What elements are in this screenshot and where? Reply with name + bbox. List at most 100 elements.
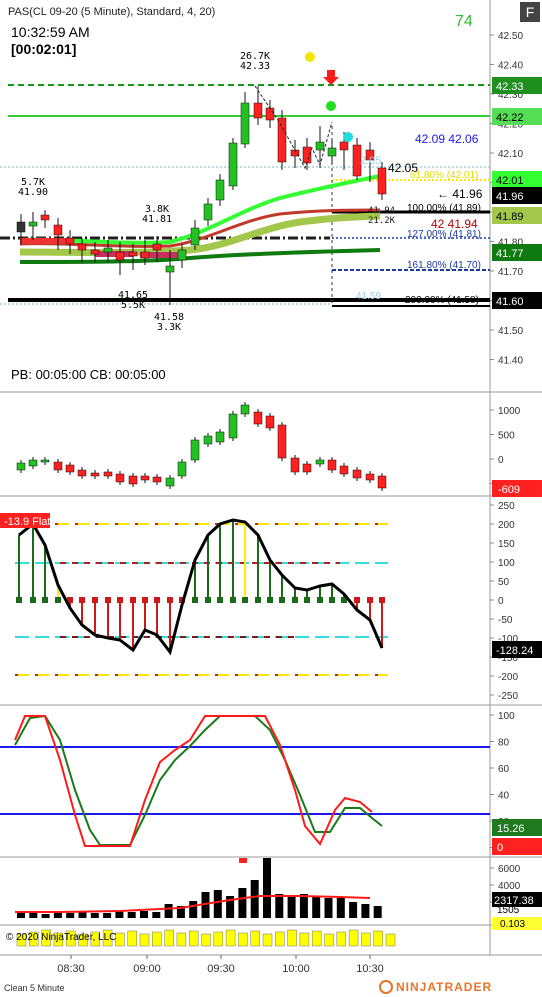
osc-bar-cap (292, 597, 298, 603)
osc-bar-cap (255, 597, 261, 603)
osc-bar-cap (142, 597, 148, 603)
delta-candle (128, 475, 138, 485)
ratio-bar (336, 931, 347, 947)
price-candle (177, 249, 187, 261)
marker-41-89: 41.89 (496, 211, 524, 223)
price-candle (65, 237, 75, 245)
delta-candle (165, 477, 175, 487)
time-tick: 10:00 (282, 963, 310, 975)
ratio-bar (324, 933, 334, 947)
volume-bar (29, 913, 38, 918)
ratio-bar (250, 930, 260, 947)
volume-bar (299, 894, 308, 918)
fib-127-label: 127.00% (41.81) (407, 229, 481, 240)
osc-bar-cap (317, 597, 323, 603)
peak-price-label: 42.33 (240, 61, 270, 72)
volume-bar (312, 897, 321, 918)
mid-price-label: 41.81 (142, 214, 172, 225)
volume-bar (213, 890, 222, 918)
ratio-bar (262, 933, 273, 947)
volume-tick: 6000 (498, 864, 521, 875)
volume-bar (250, 880, 259, 918)
arrow-41-96-label: ← 41.96 (437, 187, 483, 201)
ratio-bar (348, 929, 359, 947)
volume-bar (90, 913, 99, 918)
flat-label: -13.9 Flat (4, 516, 50, 528)
volume-bar (287, 896, 296, 918)
price-candle (90, 249, 100, 255)
delta-candle (203, 435, 213, 445)
delta-candle (339, 465, 349, 475)
osc-tick: 50 (498, 577, 510, 588)
osc-bar-cap (130, 597, 136, 603)
stoch-green-marker: 15.26 (497, 823, 525, 835)
ratio-bar (152, 931, 162, 947)
cyan-dot-icon (343, 132, 353, 142)
price-candle (115, 251, 125, 261)
fib-200-label: 200.00% (41.58) (405, 295, 479, 306)
osc-bar-cap (16, 597, 22, 603)
ratio-bar (164, 929, 174, 947)
price-tick: 41.70 (498, 267, 523, 278)
volume-bar (164, 904, 173, 918)
volume-bar (127, 912, 136, 918)
delta-candle (140, 475, 150, 481)
delta-candle (215, 431, 225, 443)
chart-mode-label: Clean 5 Minute (4, 983, 65, 993)
osc-tick: 200 (498, 520, 515, 531)
delta-candle (240, 404, 250, 415)
stoch-tick: 80 (498, 738, 510, 749)
delta-candle (115, 473, 125, 483)
price-candle (53, 224, 63, 236)
fib-618-label: 61.80% (42.01) (410, 170, 478, 181)
volume-bar (41, 914, 50, 918)
marker-41-60: 41.60 (496, 296, 524, 308)
time-tick: 08:30 (57, 963, 85, 975)
time-tick: 09:30 (207, 963, 235, 975)
delta-candle (302, 463, 312, 473)
brand-name: NINJATRADER (396, 980, 492, 994)
osc-bar-cap (105, 597, 111, 603)
delta-candle (277, 424, 287, 459)
delta-candle (327, 459, 337, 471)
delta-candle (77, 469, 87, 477)
price-candle (40, 214, 50, 221)
osc-tick: -250 (498, 691, 518, 702)
osc-tick: 100 (498, 558, 515, 569)
stoch-red-marker: 0 (497, 842, 503, 854)
osc-bar-cap (92, 597, 98, 603)
delta-candle (65, 464, 75, 473)
osc-tick: -50 (498, 615, 513, 626)
osc-bar-cap (55, 597, 61, 603)
osc-bar-cap (230, 597, 236, 603)
delta-candle (53, 461, 63, 471)
blue-price-pair: 42.09 42.06 (415, 132, 479, 146)
volume-tick: 4000 (498, 881, 521, 892)
volume-bar (349, 902, 358, 918)
delta-candle (315, 459, 325, 465)
price-candle (103, 247, 113, 253)
tick-counter: 74 (455, 13, 473, 30)
osc-tick: 150 (498, 539, 515, 550)
osc-bar-cap (279, 597, 285, 603)
float-button-label: F (526, 4, 535, 20)
ratio-bar (127, 930, 137, 947)
price-candle (16, 221, 26, 233)
ratio-marker: 0.103 (500, 919, 525, 930)
ratio-bar (287, 929, 297, 947)
delta-candle (152, 476, 162, 483)
ratio-bar (311, 930, 322, 947)
ratio-bar (213, 931, 224, 947)
delta-tick: 1000 (498, 406, 521, 417)
price-candle (165, 265, 175, 273)
green-dot-icon (326, 101, 336, 111)
stoch-tick: 60 (498, 764, 510, 775)
osc-tick: -200 (498, 672, 518, 683)
left-price-label: 41.90 (18, 187, 48, 198)
marker-42-33: 42.33 (496, 81, 524, 93)
osc-bar-cap (42, 597, 48, 603)
volume-bar (275, 894, 284, 918)
float-button[interactable]: F (520, 2, 540, 22)
price-candle (77, 243, 87, 251)
ratio-bar (115, 932, 125, 947)
